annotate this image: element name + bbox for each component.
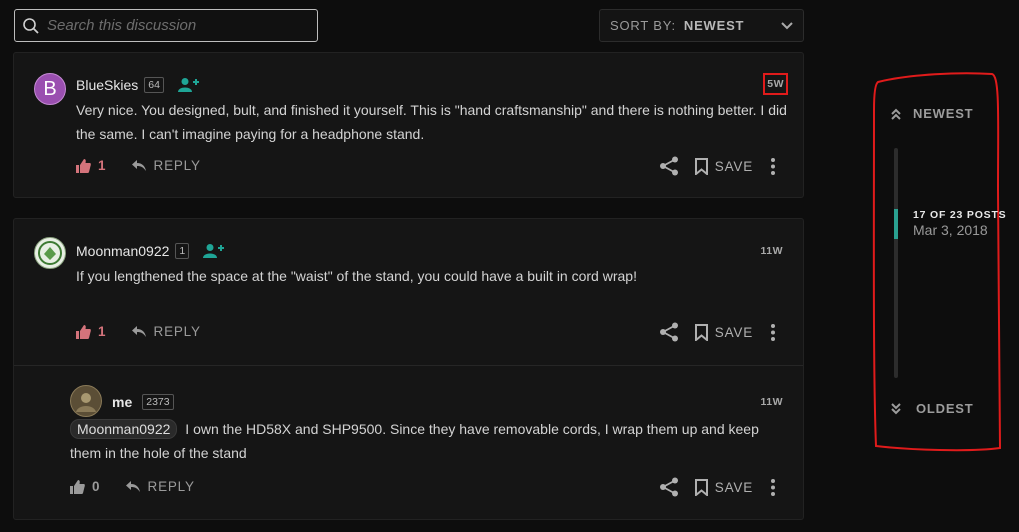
like-count: 1 [98, 158, 106, 173]
share-icon[interactable] [659, 156, 679, 176]
save-label: SAVE [714, 324, 753, 340]
username[interactable]: Moonman0922 [76, 243, 169, 259]
search-icon [23, 17, 39, 34]
thumbs-up-icon [76, 158, 91, 173]
save-button[interactable]: SAVE [694, 157, 753, 175]
save-label: SAVE [714, 479, 753, 495]
comment-body: If you lengthened the space at the "wais… [76, 268, 637, 284]
avatar-letter: B [43, 77, 57, 100]
like-button[interactable]: 1 [76, 158, 106, 173]
thumbs-up-icon [76, 324, 91, 339]
sort-label: SORT BY: [610, 18, 676, 33]
username[interactable]: BlueSkies [76, 77, 138, 93]
thumbs-up-icon [70, 479, 85, 494]
more-options-icon[interactable] [771, 323, 775, 341]
comment-body: Very nice. You designed, bult, and finis… [76, 102, 787, 142]
reply-button[interactable]: REPLY [125, 479, 195, 494]
jump-newest-button[interactable]: NEWEST [890, 106, 973, 121]
timeline-handle[interactable] [894, 209, 898, 239]
avatar-emblem-icon [38, 241, 62, 265]
reply-arrow-icon [131, 326, 146, 337]
reputation-badge: 2373 [142, 394, 174, 410]
reply-arrow-icon [125, 481, 140, 492]
share-icon[interactable] [659, 477, 679, 497]
more-options-icon[interactable] [771, 157, 775, 175]
timestamp[interactable]: 11W [760, 245, 783, 257]
username[interactable]: me [112, 394, 132, 410]
comment-card: B BlueSkies 64 5W Very nice. You designe… [13, 52, 804, 198]
bookmark-icon [694, 478, 708, 496]
bookmark-icon [694, 323, 708, 341]
reply-button[interactable]: REPLY [131, 324, 201, 339]
timeline-date: Mar 3, 2018 [913, 222, 988, 238]
newest-label: NEWEST [913, 106, 974, 121]
sort-value: NEWEST [683, 18, 745, 33]
avatar[interactable] [34, 237, 66, 269]
reply-label: REPLY [147, 479, 195, 494]
timestamp[interactable]: 5W [763, 73, 788, 95]
follow-user-icon[interactable] [203, 243, 225, 259]
save-button[interactable]: SAVE [694, 478, 753, 496]
reply-label: REPLY [153, 158, 201, 173]
timestamp[interactable]: 11W [760, 396, 783, 408]
like-button[interactable]: 1 [76, 324, 106, 339]
post-timeline: NEWEST 17 OF 23 POSTS Mar 3, 2018 OLDEST [870, 70, 1019, 455]
reply-button[interactable]: REPLY [131, 158, 201, 173]
red-annotation-outline [872, 72, 1002, 452]
reputation-badge: 64 [144, 77, 164, 93]
save-button[interactable]: SAVE [694, 323, 753, 341]
bookmark-icon [694, 157, 708, 175]
reply-divider [14, 365, 803, 366]
sort-dropdown[interactable]: SORT BY: NEWEST [599, 9, 804, 42]
share-icon[interactable] [659, 322, 679, 342]
follow-user-icon[interactable] [177, 77, 200, 93]
reply-label: REPLY [153, 324, 201, 339]
comment-body: Moonman0922 I own the HD58X and SHP9500.… [70, 417, 790, 465]
reputation-badge: 1 [175, 243, 190, 259]
like-count: 0 [92, 479, 100, 494]
avatar[interactable]: B [34, 73, 66, 105]
chevron-down-icon [781, 22, 793, 30]
search-input[interactable] [47, 17, 297, 34]
save-label: SAVE [714, 158, 753, 174]
reply-arrow-icon [131, 160, 146, 171]
oldest-label: OLDEST [916, 401, 974, 416]
search-box[interactable] [14, 9, 318, 42]
timeline-track[interactable] [894, 148, 898, 378]
comment-card: Moonman0922 1 11W If you lengthened the … [13, 218, 804, 520]
double-chevron-down-icon [891, 402, 901, 414]
user-mention[interactable]: Moonman0922 [70, 419, 178, 439]
avatar-photo-icon [76, 393, 96, 412]
double-chevron-up-icon [891, 108, 901, 120]
avatar[interactable] [70, 385, 102, 417]
jump-oldest-button[interactable]: OLDEST [890, 401, 974, 416]
like-count: 1 [98, 324, 106, 339]
timeline-position: 17 OF 23 POSTS [913, 209, 1007, 221]
more-options-icon[interactable] [771, 478, 775, 496]
like-button[interactable]: 0 [70, 479, 100, 494]
